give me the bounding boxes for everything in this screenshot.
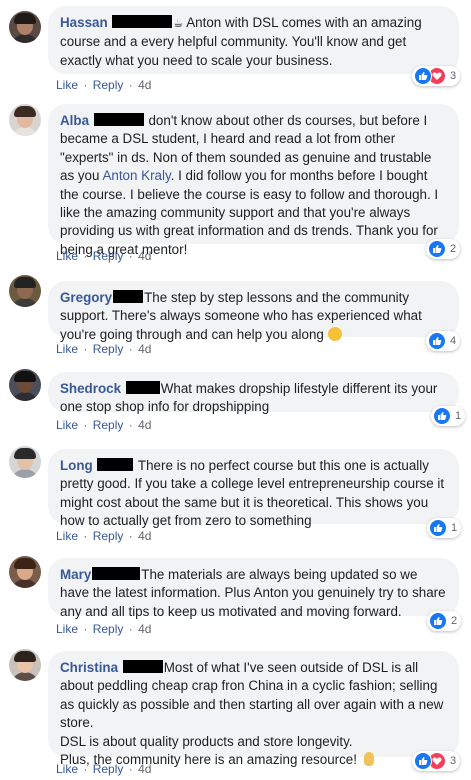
comment-actions: Like · Reply · 4d [56, 78, 152, 92]
thumbs-up-icon [429, 519, 447, 537]
thumbs-up-icon [428, 332, 446, 350]
redacted-surname [97, 458, 134, 471]
comment-bubble: Alba don't know about other ds courses, … [48, 104, 459, 257]
reply-link[interactable]: Reply [93, 529, 124, 543]
timestamp[interactable]: 4d [138, 78, 151, 92]
comment-bubble: Hassan ☕ Anton with DSL comes with an am… [48, 6, 459, 74]
avatar-alba[interactable] [9, 104, 41, 136]
reaction-summary[interactable]: 2 [427, 611, 462, 631]
reaction-summary[interactable]: 4 [426, 331, 461, 351]
redacted-surname [125, 381, 160, 394]
smiling-face-icon [327, 326, 342, 341]
like-link[interactable]: Like [56, 342, 78, 356]
like-link[interactable]: Like [56, 249, 78, 263]
comment-text-line2: DSL is about quality products and store … [60, 733, 353, 749]
comment-actions: Like · Reply · 4d [56, 249, 152, 263]
author-name[interactable]: Gregory [60, 290, 112, 305]
redacted-surname [122, 660, 163, 673]
author-name[interactable]: Alba [60, 113, 89, 128]
reply-link[interactable]: Reply [93, 78, 124, 92]
comment-bubble: Long There is no perfect course but this… [48, 449, 459, 528]
reply-link[interactable]: Reply [93, 418, 124, 432]
reaction-count: 2 [451, 615, 458, 627]
reaction-count: 1 [451, 522, 458, 534]
reply-link[interactable]: Reply [93, 249, 124, 263]
comment-bubble: Christina Most of what I've seen outside… [48, 651, 459, 767]
thumbs-up-icon [429, 612, 447, 630]
author-name[interactable]: Mary [60, 567, 91, 582]
thumbs-up-icon [414, 67, 432, 85]
comment-text: Most of what I've seen outside of DSL is… [60, 660, 444, 731]
timestamp[interactable]: 4d [138, 342, 151, 356]
reply-link[interactable]: Reply [93, 622, 124, 636]
timestamp[interactable]: 4d [138, 622, 151, 636]
reaction-count: 2 [450, 243, 457, 255]
comment-actions: Like · Reply · 4d [56, 622, 152, 636]
reaction-summary[interactable]: 1 [431, 406, 466, 426]
ok-hand-icon [363, 752, 374, 767]
reply-link[interactable]: Reply [93, 342, 124, 356]
reaction-count: 4 [450, 335, 457, 347]
author-name[interactable]: Christina [60, 660, 118, 675]
author-name[interactable]: Long [60, 458, 93, 473]
timestamp[interactable]: 4d [138, 249, 151, 263]
author-name[interactable]: Hassan [60, 15, 108, 30]
like-link[interactable]: Like [56, 622, 78, 636]
avatar-christina[interactable] [9, 649, 41, 681]
comment-actions: Like · Reply · 4d [56, 418, 152, 432]
thumbs-up-icon [433, 407, 451, 425]
comment-actions: Like · Reply · 4d [56, 529, 152, 543]
comment-bubble: Mary The materials are always being updat… [48, 558, 459, 619]
comment-bubble: Shedrock What makes dropship lifestyle d… [48, 372, 459, 414]
comment-bubble: Gregory The step by step lessons and the … [48, 281, 459, 342]
reaction-summary[interactable]: 1 [427, 518, 462, 538]
like-link[interactable]: Like [56, 762, 78, 776]
thumbs-up-icon [414, 752, 432, 770]
like-link[interactable]: Like [56, 529, 78, 543]
timestamp[interactable]: 4d [138, 418, 151, 432]
reaction-summary[interactable]: 3 [412, 66, 461, 86]
timestamp[interactable]: 4d [138, 762, 151, 776]
mention-link[interactable]: Anton Kraly [102, 168, 170, 183]
avatar-long[interactable] [9, 446, 41, 478]
avatar-shedrock[interactable] [9, 369, 41, 401]
reply-link[interactable]: Reply [93, 762, 124, 776]
reaction-summary[interactable]: 3 [412, 751, 461, 771]
redacted-surname [92, 567, 141, 580]
comment-actions: Like · Reply · 4d [56, 762, 152, 776]
author-name[interactable]: Shedrock [60, 381, 121, 396]
reaction-summary[interactable]: 2 [426, 239, 461, 259]
redacted-surname [112, 15, 173, 28]
coffee-icon: ☕ [173, 18, 184, 30]
avatar-mary[interactable] [9, 556, 41, 588]
redacted-surname [93, 113, 144, 126]
avatar-hassan[interactable] [9, 11, 41, 43]
timestamp[interactable]: 4d [138, 529, 151, 543]
reaction-count: 1 [455, 410, 462, 422]
avatar-gregory[interactable] [9, 275, 41, 307]
like-link[interactable]: Like [56, 418, 78, 432]
reaction-count: 3 [450, 70, 457, 82]
like-link[interactable]: Like [56, 78, 78, 92]
comment-actions: Like · Reply · 4d [56, 342, 152, 356]
reaction-count: 3 [450, 755, 457, 767]
thumbs-up-icon [428, 240, 446, 258]
redacted-surname [113, 290, 144, 303]
